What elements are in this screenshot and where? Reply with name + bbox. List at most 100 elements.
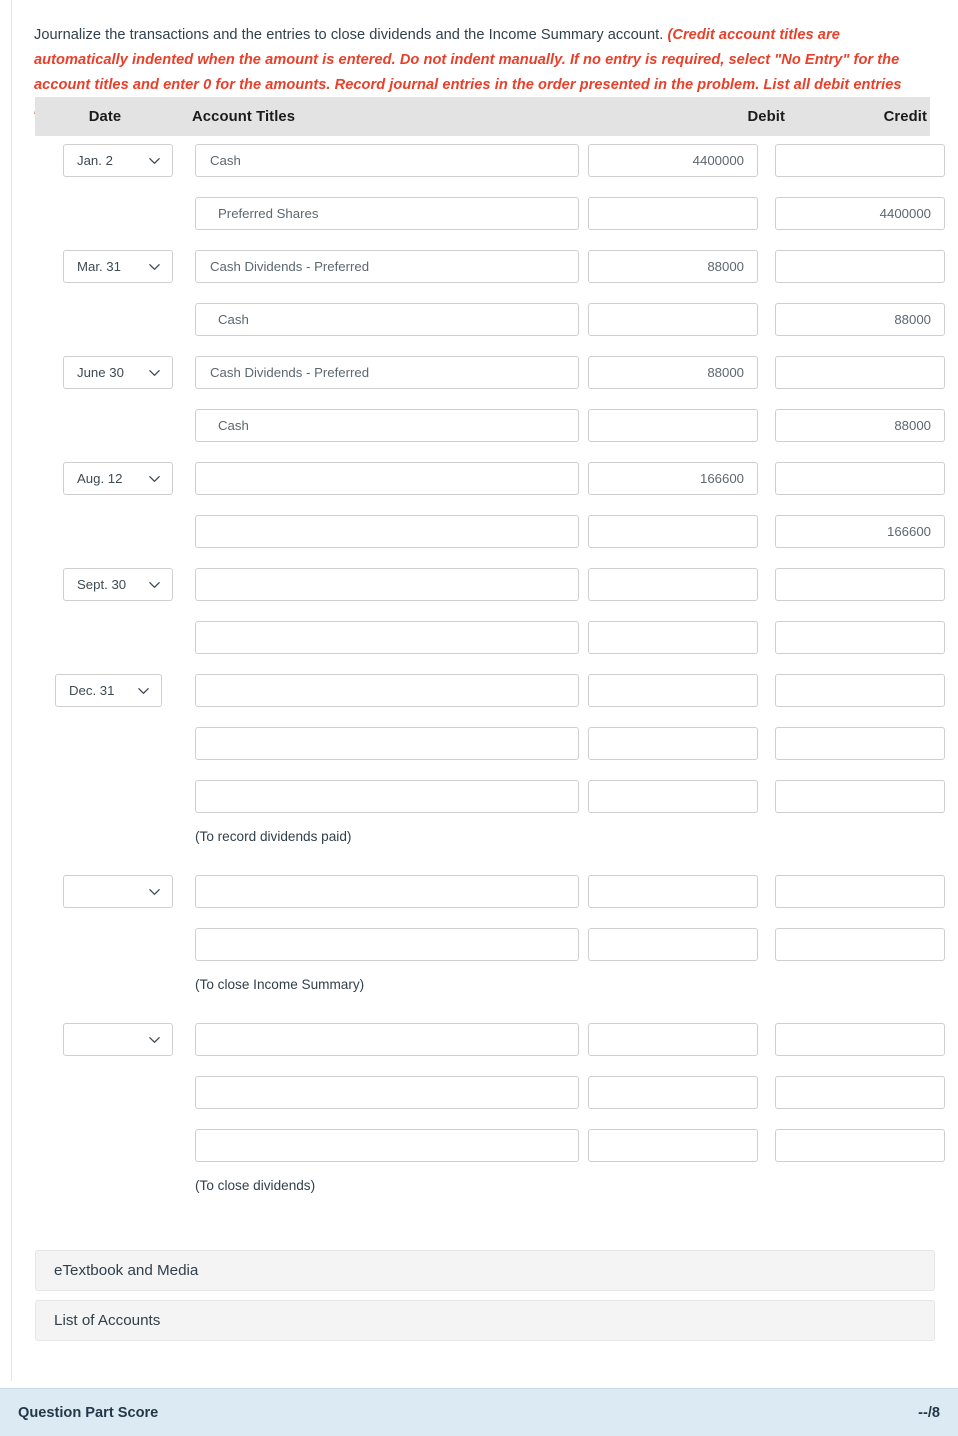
date-select[interactable]: Aug. 12 (63, 462, 173, 495)
account-title-input[interactable] (195, 1129, 579, 1162)
debit-amount-input[interactable] (588, 1076, 758, 1109)
debit-amount-input[interactable] (588, 621, 758, 654)
cell-date (35, 1015, 192, 1056)
debit-amount-input[interactable] (588, 674, 758, 707)
debit-amount-input[interactable] (588, 928, 758, 961)
debit-amount-input[interactable] (588, 1129, 758, 1162)
date-select[interactable] (63, 875, 173, 908)
account-title-input[interactable]: Cash (195, 409, 579, 442)
journal-entry-row: Dec. 31 (35, 666, 958, 719)
date-select-value: Mar. 31 (77, 259, 121, 274)
credit-amount-input[interactable] (775, 250, 945, 283)
account-title-input[interactable]: Cash Dividends - Preferred (195, 250, 579, 283)
cell-date (35, 401, 192, 409)
credit-amount-input[interactable] (775, 875, 945, 908)
cell-debit (582, 867, 774, 908)
debit-amount-input[interactable] (588, 875, 758, 908)
date-select[interactable]: June 30 (63, 356, 173, 389)
debit-amount-input[interactable] (588, 197, 758, 230)
credit-amount-input[interactable] (775, 928, 945, 961)
cell-credit: 88000 (774, 295, 958, 336)
credit-amount-input[interactable] (775, 674, 945, 707)
chevron-down-icon (148, 1033, 161, 1046)
debit-amount-input[interactable] (588, 303, 758, 336)
cell-account-title (192, 920, 582, 961)
credit-amount-input[interactable] (775, 1023, 945, 1056)
credit-amount-input[interactable] (775, 356, 945, 389)
journal-memo-row: (To close dividends) (35, 1174, 958, 1216)
credit-amount-input[interactable] (775, 621, 945, 654)
debit-amount-input[interactable]: 88000 (588, 250, 758, 283)
debit-amount-input[interactable] (588, 409, 758, 442)
cell-debit (582, 189, 774, 230)
cell-debit (582, 560, 774, 601)
debit-amount-input[interactable] (588, 1023, 758, 1056)
cell-date (35, 189, 192, 197)
journal-entry-row: Mar. 31 Cash Dividends - Preferred 88000 (35, 242, 958, 295)
account-title-input[interactable] (195, 568, 579, 601)
cell-credit (774, 348, 958, 389)
cell-credit (774, 772, 958, 813)
journal-entry-row (35, 920, 958, 973)
account-title-input[interactable] (195, 515, 579, 548)
date-select[interactable]: Jan. 2 (63, 144, 173, 177)
cell-credit: 88000 (774, 401, 958, 442)
account-title-input[interactable] (195, 462, 579, 495)
debit-amount-input[interactable] (588, 780, 758, 813)
cell-debit (582, 1068, 774, 1109)
cell-account-title: Cash Dividends - Preferred (192, 348, 582, 389)
credit-amount-input[interactable] (775, 144, 945, 177)
journal-entry-row: 166600 (35, 507, 958, 560)
credit-amount-input[interactable] (775, 780, 945, 813)
list-of-accounts-button[interactable]: List of Accounts (35, 1300, 935, 1341)
credit-amount-input[interactable]: 166600 (775, 515, 945, 548)
account-title-input[interactable]: Cash (195, 303, 579, 336)
account-title-input[interactable] (195, 674, 579, 707)
credit-amount-input[interactable]: 88000 (775, 303, 945, 336)
date-select[interactable] (63, 1023, 173, 1056)
cell-credit (774, 613, 958, 654)
account-title-input[interactable] (195, 621, 579, 654)
date-select[interactable]: Dec. 31 (55, 674, 162, 707)
account-title-input[interactable] (195, 1076, 579, 1109)
credit-amount-input[interactable]: 88000 (775, 409, 945, 442)
cell-date (35, 1121, 192, 1129)
cell-credit (774, 920, 958, 961)
account-title-input[interactable]: Cash (195, 144, 579, 177)
cell-date (35, 867, 192, 908)
credit-amount-input[interactable] (775, 1129, 945, 1162)
debit-amount-input[interactable] (588, 727, 758, 760)
debit-amount-input[interactable]: 166600 (588, 462, 758, 495)
credit-amount-input[interactable]: 4400000 (775, 197, 945, 230)
account-title-input[interactable]: Preferred Shares (195, 197, 579, 230)
panel-left-border (11, 0, 12, 1381)
date-select[interactable]: Mar. 31 (63, 250, 173, 283)
etextbook-and-media-button[interactable]: eTextbook and Media (35, 1250, 935, 1291)
question-part-score-label: Question Part Score (18, 1404, 159, 1421)
account-title-input[interactable] (195, 780, 579, 813)
debit-amount-input[interactable]: 4400000 (588, 144, 758, 177)
account-title-input[interactable] (195, 727, 579, 760)
credit-amount-input[interactable] (775, 727, 945, 760)
account-title-input[interactable] (195, 875, 579, 908)
cell-date: Jan. 2 (35, 136, 192, 177)
column-header-account: Account Titles (192, 108, 296, 125)
debit-amount-input[interactable]: 88000 (588, 356, 758, 389)
date-select[interactable]: Sept. 30 (63, 568, 173, 601)
date-select-value: Dec. 31 (69, 683, 115, 698)
debit-amount-input[interactable] (588, 515, 758, 548)
question-part-score-value: --/8 (918, 1404, 940, 1421)
cell-debit: 166600 (582, 454, 774, 495)
cell-debit (582, 920, 774, 961)
debit-amount-input[interactable] (588, 568, 758, 601)
account-title-input[interactable] (195, 928, 579, 961)
account-title-input[interactable]: Cash Dividends - Preferred (195, 356, 579, 389)
cell-credit (774, 719, 958, 760)
cell-account-title: Cash (192, 401, 582, 442)
credit-amount-input[interactable] (775, 1076, 945, 1109)
journal-entry-row (35, 772, 958, 825)
credit-amount-input[interactable] (775, 462, 945, 495)
account-title-input[interactable] (195, 1023, 579, 1056)
credit-amount-input[interactable] (775, 568, 945, 601)
cell-credit (774, 666, 958, 707)
